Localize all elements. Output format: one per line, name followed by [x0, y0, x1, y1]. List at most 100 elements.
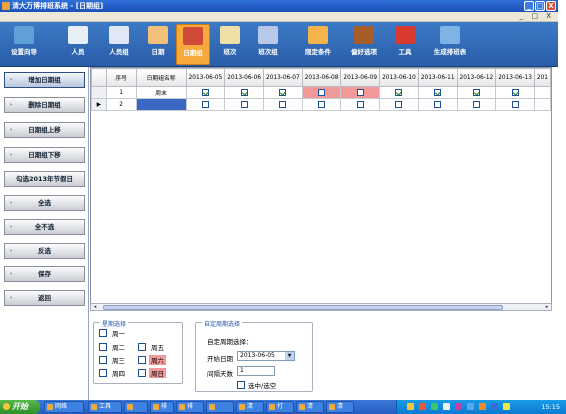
date-check-cell[interactable] — [301, 86, 342, 99]
taskbar-item[interactable] — [124, 401, 148, 413]
tray-icon[interactable] — [407, 403, 414, 410]
checkbox-icon[interactable] — [99, 343, 107, 351]
toolbar-shiftgroup-button[interactable]: 班次组 — [250, 24, 286, 65]
taskbar-item[interactable]: 打 — [266, 401, 294, 413]
column-header[interactable]: 2013-06-12 — [456, 68, 497, 87]
checkbox-icon[interactable] — [240, 89, 248, 96]
checkbox-icon[interactable] — [434, 89, 442, 96]
date-check-cell[interactable] — [456, 98, 497, 111]
toolbar-dategroup-button[interactable]: 日期组 — [176, 24, 210, 65]
close-button[interactable]: X — [546, 1, 556, 11]
tray-icon[interactable] — [419, 403, 426, 410]
date-check-cell[interactable] — [495, 98, 535, 111]
checkbox-icon[interactable] — [99, 369, 107, 377]
interval-input[interactable]: 1 — [237, 366, 275, 376]
checkbox-icon[interactable] — [237, 381, 245, 389]
checkbox-icon[interactable] — [356, 89, 364, 96]
taskbar-item[interactable]: 清 — [296, 401, 324, 413]
taskbar-item[interactable]: 清 — [326, 401, 354, 413]
checkbox-icon[interactable] — [318, 101, 326, 108]
sidebar-button-4[interactable]: 勾选2013年节假日 — [4, 171, 85, 187]
tray-icon[interactable] — [503, 403, 510, 410]
checkbox-icon[interactable] — [240, 101, 248, 108]
weekday-checkbox[interactable]: 周二 — [99, 342, 127, 352]
column-header[interactable]: 2013-06-06 — [224, 68, 264, 87]
sidebar-button-5[interactable]: › 全选 — [4, 195, 85, 211]
checkbox-icon[interactable] — [99, 356, 107, 364]
toggle-select-checkbox[interactable]: 选中/选空 — [237, 380, 276, 390]
date-check-cell[interactable] — [185, 86, 226, 99]
toolbar-staff-button[interactable]: 人员 — [62, 24, 94, 65]
toolbar-date-button[interactable]: 日期 — [144, 24, 172, 65]
date-check-cell[interactable] — [417, 98, 458, 111]
toolbar-staffgroup-button[interactable]: 人员组 — [104, 24, 134, 65]
weekday-checkbox[interactable]: 周日 — [138, 368, 166, 378]
start-date-select[interactable]: 2013-06-05 ▼ — [237, 351, 295, 361]
tray-icon[interactable] — [479, 403, 486, 410]
sidebar-button-0[interactable]: › 增加日期组 — [4, 72, 85, 88]
sidebar-button-7[interactable]: › 反选 — [4, 243, 85, 259]
row-marker[interactable] — [91, 86, 107, 99]
taskbar-item[interactable]: 网络 — [44, 401, 84, 413]
tray-icon[interactable] — [431, 403, 438, 410]
toolbar-pref-button[interactable]: 偏好选项 — [344, 24, 384, 65]
date-check-cell[interactable] — [340, 86, 381, 99]
tray-icon[interactable] — [455, 403, 462, 410]
row-marker[interactable]: ▶ — [91, 98, 107, 111]
column-header[interactable]: 序号 — [105, 68, 137, 87]
column-header[interactable]: 2013-06-05 — [185, 68, 226, 87]
sidebar-button-1[interactable]: › 删除日期组 — [4, 97, 85, 113]
checkbox-icon[interactable] — [138, 369, 146, 377]
date-check-cell[interactable] — [495, 86, 535, 99]
horizontal-scrollbar[interactable]: ◂ ▸ — [90, 303, 552, 311]
taskbar-item[interactable] — [206, 401, 234, 413]
checkbox-icon[interactable] — [279, 89, 287, 96]
toolbar-guide-button[interactable]: 设置向导 — [4, 24, 44, 65]
date-check-cell[interactable] — [224, 98, 264, 111]
column-header[interactable]: 2013-06-13 — [495, 68, 535, 87]
checkbox-icon[interactable] — [201, 89, 209, 96]
date-group-grid[interactable]: 序号 日期组名称 2013-06-05 2013-06-06 2013-06-07 201… — [90, 67, 552, 309]
tray-icon[interactable] — [491, 403, 498, 410]
mdi-controls[interactable]: _ □ X — [520, 12, 554, 20]
minimize-button[interactable]: _ — [524, 1, 534, 11]
maximize-button[interactable]: □ — [535, 1, 545, 11]
date-check-cell[interactable] — [263, 86, 303, 99]
column-header[interactable]: 2013-06-11 — [417, 68, 458, 87]
date-check-cell[interactable] — [533, 98, 551, 111]
taskbar-item[interactable]: 清 — [236, 401, 264, 413]
date-check-cell[interactable] — [379, 98, 419, 111]
checkbox-icon[interactable] — [138, 343, 146, 351]
checkbox-icon[interactable] — [434, 101, 442, 108]
weekday-checkbox[interactable]: 周三 — [99, 355, 127, 365]
sidebar-button-9[interactable]: › 返回 — [4, 290, 85, 306]
sidebar-button-3[interactable]: › 日期组下移 — [4, 147, 85, 163]
scroll-left-icon[interactable]: ◂ — [91, 304, 99, 310]
toolbar-shift-button[interactable]: 班次 — [214, 24, 246, 65]
date-check-cell[interactable] — [417, 86, 458, 99]
checkbox-icon[interactable] — [472, 101, 480, 108]
scroll-right-icon[interactable]: ▸ — [543, 304, 551, 310]
checkbox-icon[interactable] — [279, 101, 287, 108]
column-header[interactable]: 201 — [533, 68, 551, 87]
sidebar-button-6[interactable]: › 全不选 — [4, 219, 85, 235]
checkbox-icon[interactable] — [395, 101, 403, 108]
tray-icon[interactable] — [443, 403, 450, 410]
checkbox-icon[interactable] — [511, 89, 519, 96]
toolbar-tools-button[interactable]: 工具 — [388, 24, 422, 65]
checkbox-icon[interactable] — [138, 356, 146, 364]
chevron-down-icon[interactable]: ▼ — [285, 352, 294, 360]
column-header[interactable]: 2013-06-08 — [301, 68, 342, 87]
toolbar-limit-button[interactable]: 限定条件 — [298, 24, 338, 65]
table-row[interactable]: 1 周末 — [91, 86, 551, 99]
date-check-cell[interactable] — [533, 86, 551, 99]
checkbox-icon[interactable] — [318, 89, 326, 96]
date-check-cell[interactable] — [301, 98, 342, 111]
date-check-cell[interactable] — [185, 98, 226, 111]
scroll-thumb[interactable] — [103, 305, 503, 310]
weekday-checkbox[interactable]: 周一 — [99, 328, 127, 338]
checkbox-icon[interactable] — [201, 101, 209, 108]
column-header[interactable]: 日期组名称 — [135, 68, 187, 87]
weekday-checkbox[interactable]: 周六 — [138, 355, 166, 365]
taskbar-item[interactable]: 排 — [176, 401, 204, 413]
